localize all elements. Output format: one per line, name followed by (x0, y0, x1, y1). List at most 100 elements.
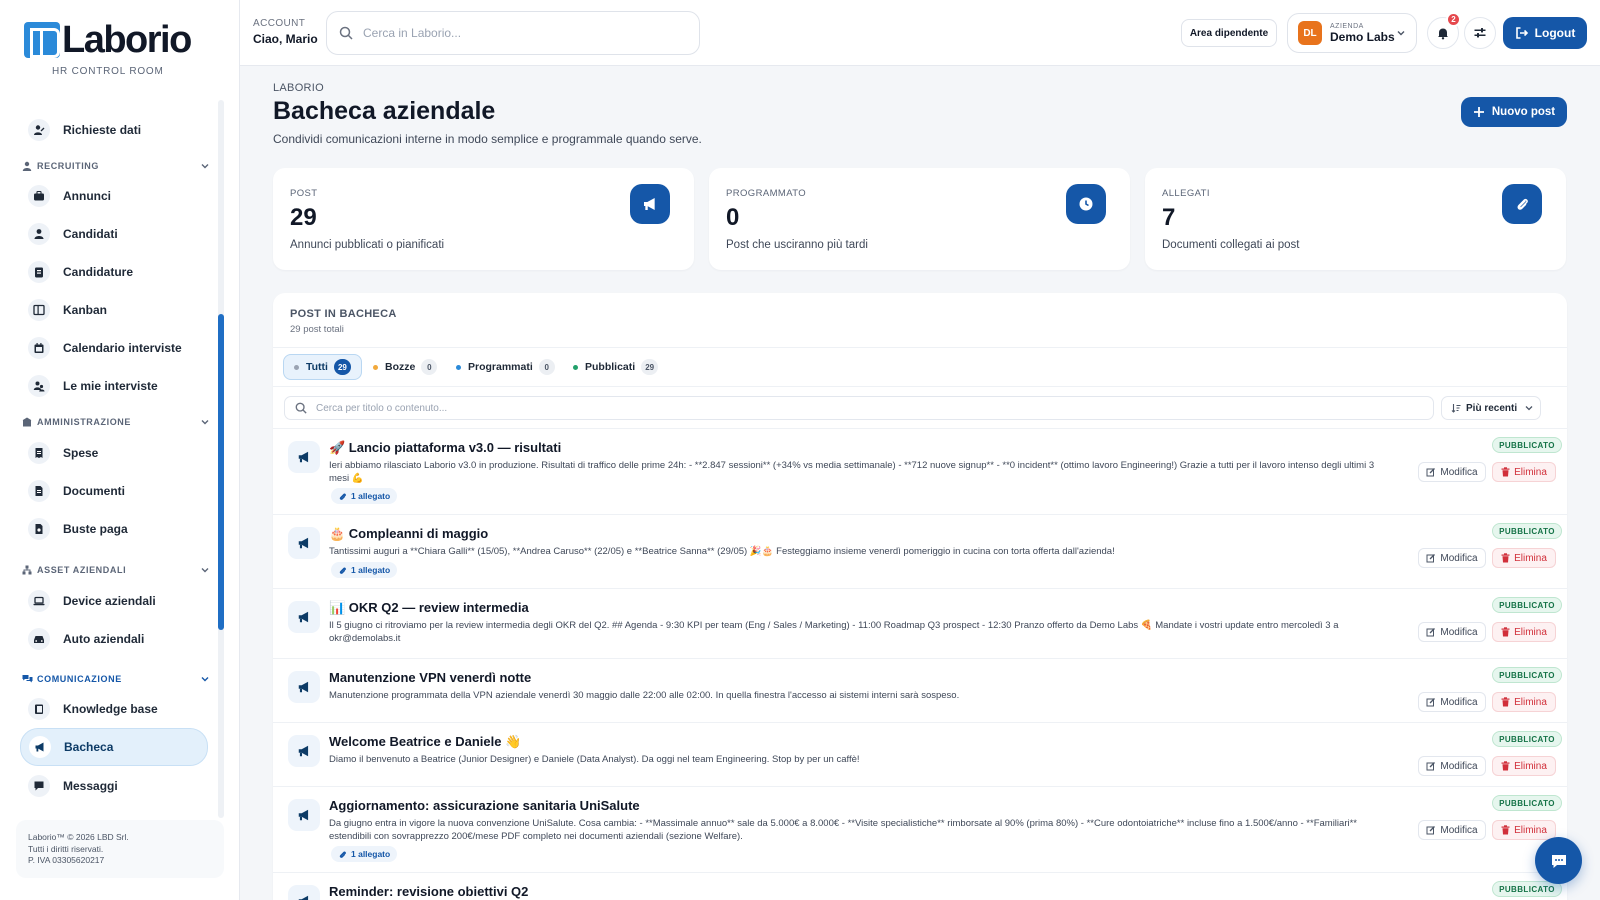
new-post-button[interactable]: Nuovo post (1461, 97, 1567, 127)
edit-icon (1426, 467, 1440, 477)
post-item[interactable]: Reminder: revisione obiettivi Q2 PUBBLIC… (273, 872, 1567, 900)
post-item[interactable]: 🎂 Compleanni di maggio Tantissimi auguri… (273, 514, 1567, 588)
delete-label: Elimina (1514, 466, 1547, 478)
sidebar-item-le-mie-interviste[interactable]: Le mie interviste (20, 368, 208, 404)
sidebar-item-documenti[interactable]: Documenti (20, 473, 208, 509)
post-title[interactable]: 🚀 Lancio piattaforma v3.0 — risultati (329, 440, 561, 456)
delete-post-button[interactable]: Elimina (1492, 548, 1556, 568)
paperclip-icon (338, 566, 351, 575)
sidebar-footer: Laborio™ © 2026 LBD Srl. Tutti i diritti… (16, 820, 224, 878)
edit-label: Modifica (1440, 552, 1478, 564)
edit-post-button[interactable]: Modifica (1418, 462, 1486, 482)
topbar: ACCOUNT Ciao, Mario Area dipendente DL A… (240, 0, 1600, 66)
filter-tab-pubblicati[interactable]: Pubblicati 29 (563, 354, 668, 380)
delete-post-button[interactable]: Elimina (1492, 622, 1556, 642)
stat-label: POST (290, 188, 318, 199)
notifications-button[interactable]: 2 (1427, 12, 1461, 49)
sidebar-section-amministrazione[interactable]: AMMINISTRAZIONE (20, 413, 210, 431)
payslip-icon (28, 518, 50, 540)
post-item[interactable]: Manutenzione VPN venerdì notte Manutenzi… (273, 658, 1567, 722)
edit-post-button[interactable]: Modifica (1418, 622, 1486, 642)
attachment-label: 1 allegato (351, 491, 391, 501)
sidebar-section-asset-aziendali[interactable]: ASSET AZIENDALI (20, 561, 210, 579)
post-search-input[interactable] (316, 402, 1316, 414)
post-item[interactable]: 📊 OKR Q2 — review intermedia Il 5 giugno… (273, 588, 1567, 658)
stat-value: 0 (726, 204, 740, 231)
post-item[interactable]: Welcome Beatrice e Daniele 👋 Diamo il be… (273, 722, 1567, 786)
sidebar-item-label: Spese (63, 446, 99, 460)
company-name: Demo Labs (1330, 29, 1395, 44)
sidebar-item-candidati[interactable]: Candidati (20, 216, 208, 252)
sidebar-item-spese[interactable]: Spese (20, 435, 208, 471)
sidebar-item-label: Le mie interviste (63, 379, 158, 393)
megaphone-icon (288, 527, 320, 559)
post-item[interactable]: Aggiornamento: assicurazione sanitaria U… (273, 786, 1567, 872)
company-switcher[interactable]: DL AZIENDA Demo Labs (1287, 13, 1417, 53)
sidebar-scrollbar-thumb[interactable] (218, 314, 224, 630)
sidebar-item-buste-paga[interactable]: Buste paga (20, 511, 208, 547)
chat-support-button[interactable] (1535, 837, 1582, 884)
sidebar-section-comunicazione[interactable]: COMUNICAZIONE (20, 670, 210, 688)
post-title[interactable]: 🎂 Compleanni di maggio (329, 526, 488, 542)
delete-post-button[interactable]: Elimina (1492, 820, 1556, 840)
filter-tab-programmati[interactable]: Programmati 0 (446, 354, 565, 380)
megaphone-icon (288, 671, 320, 703)
post-attachment-badge[interactable]: 1 allegato (331, 562, 398, 578)
sidebar-item-kanban[interactable]: Kanban (20, 292, 208, 328)
edit-label: Modifica (1440, 824, 1478, 836)
edit-label: Modifica (1440, 760, 1478, 772)
post-title[interactable]: Reminder: revisione obiettivi Q2 (329, 884, 528, 899)
sidebar-section-recruiting[interactable]: RECRUITING (20, 157, 210, 175)
sidebar-section-label: ASSET AZIENDALI (37, 565, 127, 575)
brand-logo[interactable]: Laborio HR CONTROL ROOM (24, 21, 204, 77)
post-title[interactable]: Aggiornamento: assicurazione sanitaria U… (329, 798, 640, 813)
post-attachment-badge[interactable]: 1 allegato (331, 846, 398, 862)
sidebar-item-label: Annunci (63, 189, 111, 203)
filter-count: 0 (421, 359, 438, 375)
status-badge: PUBBLICATO (1492, 523, 1562, 539)
post-item[interactable]: 🚀 Lancio piattaforma v3.0 — risultati Ie… (273, 428, 1567, 514)
edit-post-button[interactable]: Modifica (1418, 692, 1486, 712)
filter-tab-tutti[interactable]: Tutti 29 (283, 354, 362, 380)
global-search-input[interactable] (363, 26, 663, 40)
sort-select[interactable]: Più recenti (1441, 396, 1541, 420)
filter-tab-bozze[interactable]: Bozze 0 (363, 354, 447, 380)
stat-card-allegati: ALLEGATI 7 Documenti collegati ai post (1145, 168, 1566, 270)
sidebar-item-knowledge-base[interactable]: Knowledge base (20, 691, 208, 727)
post-attachment-badge[interactable]: 1 allegato (331, 488, 398, 504)
sidebar-item-richieste-dati[interactable]: Richieste dati (20, 112, 208, 148)
delete-post-button[interactable]: Elimina (1492, 692, 1556, 712)
edit-post-button[interactable]: Modifica (1418, 756, 1486, 776)
post-search[interactable] (284, 396, 1434, 420)
edit-label: Modifica (1440, 696, 1478, 708)
sidebar-item-calendario-interviste[interactable]: Calendario interviste (20, 330, 208, 366)
delete-post-button[interactable]: Elimina (1492, 756, 1556, 776)
trash-icon (1501, 467, 1514, 477)
settings-button[interactable] (1464, 17, 1496, 49)
paperclip-icon (338, 850, 351, 859)
logout-button[interactable]: Logout (1503, 17, 1587, 49)
global-search[interactable] (326, 11, 700, 55)
edit-post-button[interactable]: Modifica (1418, 548, 1486, 568)
receipt-icon (28, 442, 50, 464)
sidebar-item-messaggi[interactable]: Messaggi (20, 768, 208, 804)
delete-post-button[interactable]: Elimina (1492, 462, 1556, 482)
sidebar-item-label: Richieste dati (63, 123, 142, 137)
edit-icon (1426, 553, 1440, 563)
post-title[interactable]: Manutenzione VPN venerdì notte (329, 670, 531, 685)
stat-card-post: POST 29 Annunci pubblicati o pianificati (273, 168, 694, 270)
sidebar-item-bacheca[interactable]: Bacheca (20, 728, 208, 766)
sidebar-item-auto-aziendali[interactable]: Auto aziendali (20, 621, 208, 657)
area-dipendente-button[interactable]: Area dipendente (1181, 19, 1277, 47)
post-title[interactable]: 📊 OKR Q2 — review intermedia (329, 600, 529, 616)
new-post-label: Nuovo post (1491, 106, 1556, 118)
sidebar-item-candidature[interactable]: Candidature (20, 254, 208, 290)
post-body: Diamo il benvenuto a Beatrice (Junior De… (329, 754, 860, 765)
chevron-down-icon (200, 417, 210, 427)
post-title[interactable]: Welcome Beatrice e Daniele 👋 (329, 734, 521, 750)
sidebar-item-device-aziendali[interactable]: Device aziendali (20, 583, 208, 619)
edit-post-button[interactable]: Modifica (1418, 820, 1486, 840)
user-edit-icon (28, 119, 50, 141)
chat-bubble-icon (1549, 851, 1569, 871)
sidebar-item-annunci[interactable]: Annunci (20, 178, 208, 214)
